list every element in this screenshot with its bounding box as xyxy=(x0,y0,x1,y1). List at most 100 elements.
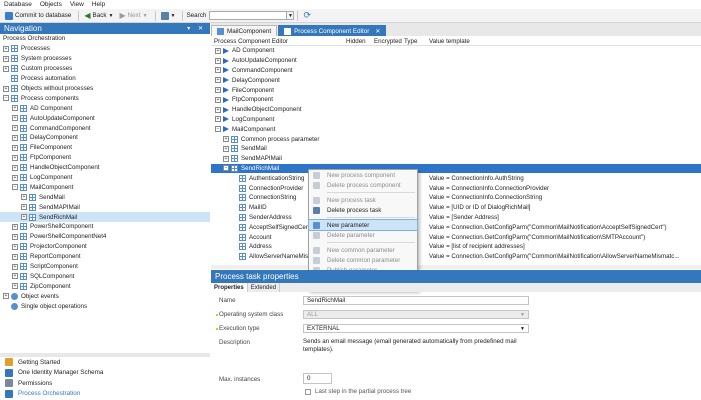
print-button[interactable]: ▼ xyxy=(159,10,178,21)
tab-process-component-editor[interactable]: Process Component Editor ✕ xyxy=(278,25,387,36)
expand-icon[interactable]: + xyxy=(215,47,221,54)
expand-icon[interactable]: + xyxy=(3,55,9,62)
menu-help[interactable]: Help xyxy=(92,1,105,8)
name-field[interactable]: SendRichMail xyxy=(303,296,529,305)
tab-properties[interactable]: Properties xyxy=(211,283,248,292)
expand-icon[interactable]: + xyxy=(12,144,18,151)
editor-row[interactable]: − SendRichMail xyxy=(211,163,701,174)
tree-item[interactable]: Single object operations xyxy=(0,301,210,311)
expand-icon[interactable]: + xyxy=(223,136,229,143)
editor-row[interactable]: ConnectionString Value = ConnectionInfo.C… xyxy=(211,193,701,203)
pin-close-icons[interactable]: ▾ ✕ xyxy=(187,25,206,32)
context-menu-item[interactable]: New parameter xyxy=(308,219,418,231)
collapse-icon[interactable]: − xyxy=(12,184,18,191)
expand-icon[interactable]: + xyxy=(12,115,18,122)
editor-row[interactable]: + Common process parameter xyxy=(211,134,701,144)
expand-icon[interactable]: + xyxy=(21,214,27,221)
menu-view[interactable]: View xyxy=(70,1,84,8)
editor-row[interactable]: + FtpComponent xyxy=(211,95,701,105)
tree-item[interactable]: + ProjectorComponent xyxy=(0,242,210,252)
tree-item[interactable]: + SendMail xyxy=(0,192,210,202)
editor-row[interactable]: + AD Component xyxy=(211,46,701,56)
expand-icon[interactable]: + xyxy=(12,223,18,230)
tree-item[interactable]: + PowerShellComponent xyxy=(0,222,210,232)
tree-item[interactable]: + AD Component xyxy=(0,103,210,113)
tree-item[interactable]: + SendMAPIMail xyxy=(0,202,210,212)
expand-icon[interactable]: + xyxy=(12,253,18,260)
context-menu-item[interactable]: Delete common parameter xyxy=(309,255,417,265)
editor-row[interactable]: + DelayComponent xyxy=(211,75,701,85)
tree-item[interactable]: + PowerShellComponentNet4 xyxy=(0,232,210,242)
editor-row[interactable]: + SendMail xyxy=(211,144,701,154)
execution-type-select[interactable]: EXTERNAL ▼ xyxy=(303,324,529,333)
context-menu-item[interactable]: Delete parameter xyxy=(309,230,417,240)
expand-icon[interactable]: + xyxy=(215,57,221,64)
editor-row[interactable]: + HandleObjectComponent xyxy=(211,105,701,115)
tree-item[interactable]: + DelayComponent xyxy=(0,133,210,143)
editor-row[interactable]: MailID Value = [UID or ID of DialogRichMa… xyxy=(211,203,701,213)
tree-item[interactable]: + Processes xyxy=(0,44,210,54)
expand-icon[interactable]: + xyxy=(215,87,221,94)
expand-icon[interactable]: + xyxy=(21,204,27,211)
tree-item[interactable]: + Objects without processes xyxy=(0,84,210,94)
category-schema[interactable]: One Identity Manager Schema xyxy=(0,368,210,379)
tree-item[interactable]: − Process components xyxy=(0,93,210,103)
expand-icon[interactable]: + xyxy=(12,283,18,290)
tab-mailcomponent[interactable]: MailComponent xyxy=(211,25,278,36)
tree-item[interactable]: + SendRichMail xyxy=(0,212,210,223)
tree-item[interactable]: + Custom processes xyxy=(0,64,210,74)
expand-icon[interactable]: + xyxy=(12,164,18,171)
expand-icon[interactable]: + xyxy=(3,45,9,52)
editor-row[interactable]: AllowServerNameMismat... Value = Connecti… xyxy=(211,252,701,262)
expand-icon[interactable]: + xyxy=(3,65,9,72)
collapse-icon[interactable]: − xyxy=(223,165,229,172)
description-field[interactable]: Sends an email message (email generated … xyxy=(303,338,529,354)
max-instances-field[interactable]: 0 xyxy=(303,373,332,384)
context-menu-item[interactable]: New process task xyxy=(309,195,417,205)
tree-item[interactable]: + ReportComponent xyxy=(0,252,210,262)
expand-icon[interactable]: + xyxy=(12,105,18,112)
editor-row[interactable]: + CommandComponent xyxy=(211,66,701,76)
horizontal-scrollbar[interactable] xyxy=(211,265,701,269)
expand-icon[interactable]: + xyxy=(12,273,18,280)
tree-item[interactable]: + SQLComponent xyxy=(0,271,210,281)
expand-icon[interactable]: + xyxy=(215,96,221,103)
expand-icon[interactable]: + xyxy=(12,125,18,132)
tree-item[interactable]: + Object events xyxy=(0,291,210,301)
expand-icon[interactable]: + xyxy=(12,154,18,161)
editor-row[interactable]: Address Value = [list of recipient addres… xyxy=(211,242,701,252)
tab-extended[interactable]: Extended xyxy=(248,283,281,292)
category-permissions[interactable]: Permissions xyxy=(0,378,210,389)
editor-row[interactable]: Account Value = Connection.GetConfigParm(… xyxy=(211,232,701,242)
commit-button[interactable]: Commit to database xyxy=(3,10,73,21)
editor-row[interactable]: + LogComponent xyxy=(211,115,701,125)
tree-item[interactable]: + System processes xyxy=(0,54,210,64)
search-input[interactable] xyxy=(209,11,288,20)
back-button[interactable]: ◀ Back ▼ xyxy=(82,10,115,21)
expand-icon[interactable]: + xyxy=(3,293,9,300)
tree-item[interactable]: − MailComponent xyxy=(0,182,210,192)
tree-item[interactable]: + ScriptComponent xyxy=(0,262,210,272)
menu-objects[interactable]: Objects xyxy=(40,1,62,8)
editor-row[interactable]: + SendMAPIMail xyxy=(211,154,701,164)
expand-icon[interactable]: + xyxy=(12,174,18,181)
category-getting-started[interactable]: Getting Started xyxy=(0,357,210,368)
editor-row[interactable]: AuthenticationString Value = ConnectionIn… xyxy=(211,173,701,183)
expand-icon[interactable]: + xyxy=(3,85,9,92)
expand-icon[interactable]: + xyxy=(215,77,221,84)
expand-icon[interactable]: + xyxy=(223,145,229,152)
tree-item[interactable]: + LogComponent xyxy=(0,173,210,183)
expand-icon[interactable]: + xyxy=(21,194,27,201)
expand-icon[interactable]: + xyxy=(223,155,229,162)
expand-icon[interactable]: + xyxy=(12,263,18,270)
editor-row[interactable]: ConnectionProvider Value = ConnectionInfo… xyxy=(211,183,701,193)
collapse-icon[interactable]: − xyxy=(3,95,9,102)
collapse-icon[interactable]: − xyxy=(215,126,221,133)
tree-item[interactable]: + AutoUpdateComponent xyxy=(0,113,210,123)
tree-item[interactable]: + FileComponent xyxy=(0,143,210,153)
search-dropdown[interactable]: ▼ xyxy=(287,11,295,20)
tree-item[interactable]: + HandleObjectComponent xyxy=(0,163,210,173)
menu-database[interactable]: Database xyxy=(4,1,32,8)
context-menu-item[interactable]: New common parameter xyxy=(309,245,417,255)
category-process-orchestration[interactable]: Process Orchestration xyxy=(0,389,210,400)
